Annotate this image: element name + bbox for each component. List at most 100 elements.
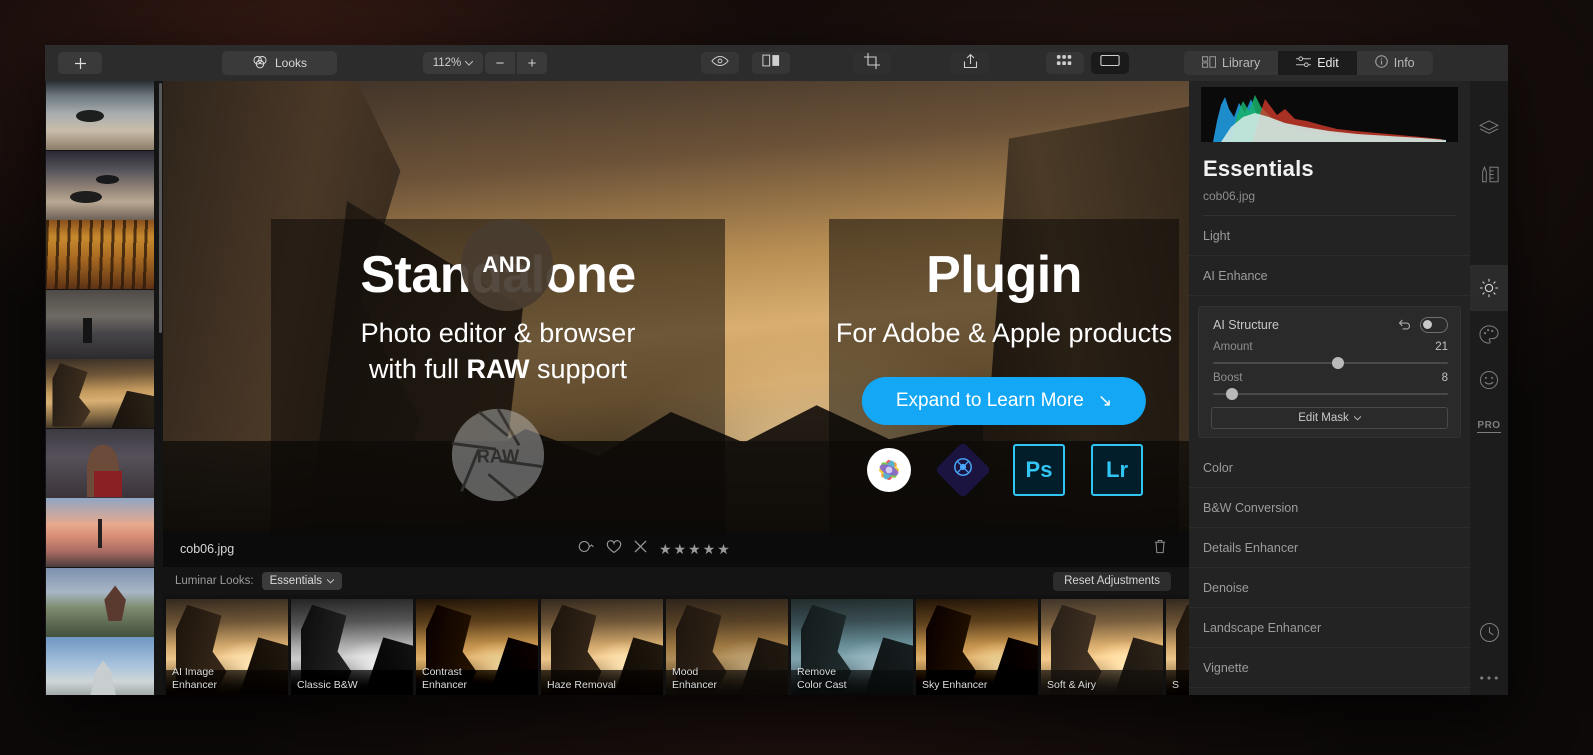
filmstrip-item-6[interactable] bbox=[46, 498, 154, 567]
reset-adjustments-button[interactable]: Reset Adjustments bbox=[1053, 571, 1171, 591]
histogram bbox=[1201, 87, 1458, 142]
add-photos-button[interactable] bbox=[58, 52, 102, 74]
pro-label: PRO bbox=[1477, 419, 1501, 433]
preset-item[interactable]: Contrast Enhancer bbox=[416, 599, 538, 695]
reject-x-icon[interactable] bbox=[634, 540, 647, 558]
luminar-looks-bar: Luminar Looks: Essentials Reset Adjustme… bbox=[163, 567, 1189, 595]
preset-item[interactable]: S bbox=[1166, 599, 1189, 695]
single-view-button[interactable] bbox=[1091, 52, 1129, 74]
zoom-controls: 112% − + bbox=[423, 52, 547, 74]
slider-amount-knob[interactable] bbox=[1331, 357, 1344, 369]
preview-toggle-button[interactable] bbox=[701, 52, 739, 74]
zoom-level-select[interactable]: 112% bbox=[423, 52, 483, 74]
preset-label: Remove Color Cast bbox=[797, 666, 847, 691]
slider-amount[interactable]: Amount 21 bbox=[1199, 333, 1460, 369]
tab-info-label: Info bbox=[1393, 56, 1415, 70]
mode-tabs: Library Edit Info bbox=[1184, 51, 1433, 75]
filmstrip-item-2[interactable] bbox=[46, 220, 154, 289]
grid-view-button[interactable] bbox=[1046, 52, 1084, 74]
slider-boost-knob[interactable] bbox=[1225, 388, 1238, 400]
zoom-in-button[interactable]: + bbox=[517, 52, 547, 74]
filmstrip-item-5[interactable] bbox=[46, 428, 154, 498]
adjustment-row-denoise[interactable]: Denoise bbox=[1189, 568, 1470, 608]
photo-caption-bar: cob06.jpg ★★★★★ bbox=[163, 531, 1189, 567]
ai-structure-toggle[interactable] bbox=[1420, 317, 1448, 333]
share-button[interactable] bbox=[951, 52, 989, 74]
history-clock-icon[interactable] bbox=[1470, 609, 1508, 655]
preset-item[interactable]: Soft & Airy bbox=[1041, 599, 1163, 695]
slider-amount-track[interactable] bbox=[1213, 357, 1448, 369]
preset-label: Mood Enhancer bbox=[672, 666, 717, 691]
adjustment-row-details-enhancer[interactable]: Details Enhancer bbox=[1189, 528, 1470, 568]
panel-filename: cob06.jpg bbox=[1203, 189, 1256, 203]
sliders-icon bbox=[1296, 55, 1312, 71]
layers-icon[interactable] bbox=[1470, 105, 1508, 151]
filmstrip-item-7[interactable] bbox=[46, 567, 154, 637]
looks-presets-row[interactable]: AI Image Enhancer Classic B&W Contrast E… bbox=[163, 595, 1189, 695]
tab-library[interactable]: Library bbox=[1184, 51, 1279, 75]
share-icon bbox=[963, 53, 978, 74]
slider-boost[interactable]: Boost 8 bbox=[1199, 364, 1460, 400]
looks-icon bbox=[252, 54, 268, 73]
star-rating[interactable]: ★★★★★ bbox=[659, 541, 732, 558]
undo-icon[interactable] bbox=[1398, 318, 1411, 333]
color-label-icon[interactable] bbox=[578, 540, 594, 558]
adjustment-row-ai-enhance[interactable]: AI Enhance bbox=[1189, 256, 1470, 296]
histogram-chart bbox=[1213, 95, 1446, 142]
screen: Looks 112% − + Library Edit Info cob06.j… bbox=[0, 0, 1593, 755]
portrait-smiley-icon[interactable] bbox=[1470, 357, 1508, 403]
library-icon bbox=[1202, 55, 1216, 71]
filmstrip-item-3[interactable] bbox=[46, 289, 154, 359]
tab-info[interactable]: Info bbox=[1356, 51, 1433, 75]
zoom-out-button[interactable]: − bbox=[485, 52, 515, 74]
adjustment-row-bw-conversion[interactable]: B&W Conversion bbox=[1189, 488, 1470, 528]
filmstrip-item-8[interactable] bbox=[46, 637, 154, 695]
crop-button[interactable] bbox=[853, 52, 891, 74]
chevron-down-icon bbox=[464, 57, 474, 69]
chevron-down-icon bbox=[326, 575, 335, 587]
chevron-down-icon bbox=[1353, 412, 1362, 424]
filmstrip-item-0[interactable] bbox=[46, 81, 154, 150]
tab-edit-label: Edit bbox=[1317, 56, 1339, 70]
ai-structure-title: AI Structure bbox=[1213, 318, 1279, 332]
preset-item[interactable]: Haze Removal bbox=[541, 599, 663, 695]
eye-icon bbox=[711, 54, 729, 72]
preset-label: Classic B&W bbox=[297, 678, 358, 691]
preset-item[interactable]: Classic B&W bbox=[291, 599, 413, 695]
filmstrip-item-1[interactable] bbox=[46, 150, 154, 220]
creative-palette-icon[interactable] bbox=[1470, 311, 1508, 357]
edit-mask-button[interactable]: Edit Mask bbox=[1211, 407, 1448, 429]
looks-collection-select[interactable]: Essentials bbox=[261, 572, 343, 590]
filmstrip-scrollbar[interactable] bbox=[159, 83, 162, 333]
preset-label: Haze Removal bbox=[547, 678, 616, 691]
compare-button[interactable] bbox=[752, 52, 790, 74]
looks-button[interactable]: Looks bbox=[222, 51, 337, 75]
preset-item[interactable]: Mood Enhancer bbox=[666, 599, 788, 695]
pro-icon[interactable]: PRO bbox=[1470, 403, 1508, 449]
filmstrip-item-4[interactable] bbox=[46, 359, 154, 428]
thumb-image bbox=[46, 567, 154, 637]
panel-title: Essentials bbox=[1203, 156, 1314, 181]
preset-item[interactable]: AI Image Enhancer bbox=[166, 599, 288, 695]
slider-boost-label: Boost bbox=[1213, 372, 1243, 384]
trash-icon[interactable] bbox=[1153, 539, 1167, 559]
photo-filename: cob06.jpg bbox=[180, 542, 235, 556]
adjustment-row-landscape-enhancer[interactable]: Landscape Enhancer bbox=[1189, 608, 1470, 648]
tab-edit[interactable]: Edit bbox=[1278, 51, 1357, 75]
preset-item[interactable]: Remove Color Cast bbox=[791, 599, 913, 695]
slider-boost-track[interactable] bbox=[1213, 388, 1448, 400]
luminar-window: Looks 112% − + Library Edit Info cob06.j… bbox=[45, 45, 1508, 695]
adjustment-row-light[interactable]: Light bbox=[1189, 216, 1470, 256]
tool-rail: PRO bbox=[1470, 81, 1508, 695]
top-toolbar: Looks 112% − + Library Edit Info bbox=[45, 45, 1508, 81]
canvas-tools-icon[interactable] bbox=[1470, 151, 1508, 197]
filmstrip[interactable] bbox=[45, 81, 163, 695]
heart-icon[interactable] bbox=[606, 539, 622, 559]
essentials-sun-icon[interactable] bbox=[1470, 265, 1508, 311]
photo-canvas[interactable]: cob06.jpg ★★★★★ Luminar Looks: Essential… bbox=[163, 81, 1189, 695]
adjustment-row-color[interactable]: Color bbox=[1189, 448, 1470, 488]
looks-collection-value: Essentials bbox=[269, 575, 323, 587]
preset-item[interactable]: Sky Enhancer bbox=[916, 599, 1038, 695]
adjustment-row-vignette[interactable]: Vignette bbox=[1189, 648, 1470, 688]
more-dots-icon[interactable] bbox=[1470, 655, 1508, 695]
